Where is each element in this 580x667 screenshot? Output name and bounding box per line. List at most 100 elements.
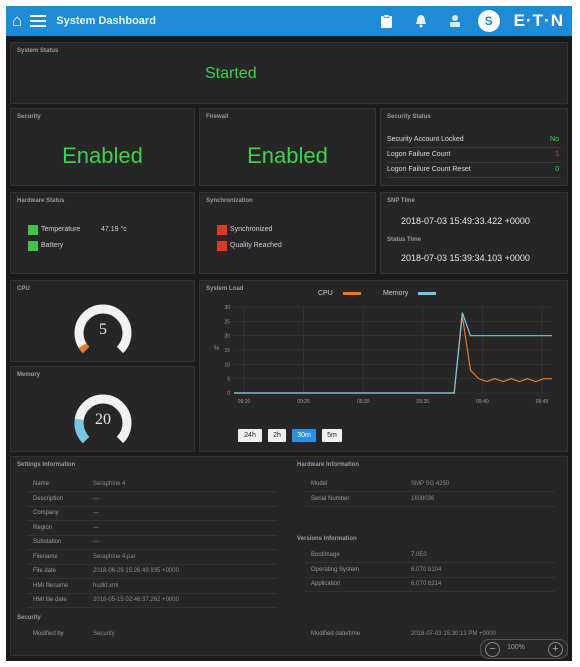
zoom-level: 100% — [507, 644, 525, 651]
zoom-out-icon[interactable]: − — [485, 642, 500, 657]
info-value: 7.0E0 — [411, 552, 427, 558]
row-divider — [27, 578, 277, 579]
row-divider — [305, 591, 555, 592]
timeframe-2h-button[interactable]: 2h — [268, 429, 286, 442]
security-account-locked-row: Security Account Locked No — [387, 133, 561, 148]
modified-by-label: Modified by — [33, 631, 64, 637]
synchronization-title: Synchronization — [206, 198, 253, 204]
series-line-cpu — [234, 315, 552, 394]
row-divider — [27, 607, 277, 608]
legend-memory: Memory — [383, 290, 437, 297]
info-value: Seraphine 4.par — [93, 553, 136, 560]
row-divider — [27, 520, 277, 521]
timeframe-5m-button[interactable]: 5m — [322, 429, 342, 442]
y-tick-label: 25 — [224, 319, 230, 325]
temperature-value: 47.19 °c — [101, 226, 127, 233]
settings-information-title: Settings Information — [17, 462, 76, 468]
info-value: Seraphine 4 — [93, 481, 126, 487]
status-time-value: 2018-07-03 15:39:34.103 +0000 — [401, 253, 530, 263]
info-label: Operating System — [311, 566, 360, 573]
x-tick-label: 09:30 — [357, 399, 370, 405]
timeframe-24h-button[interactable]: 24h — [238, 429, 262, 442]
firewall-value: Enabled — [247, 143, 328, 168]
status-time-title: Status Time — [387, 237, 421, 243]
menu-icon[interactable] — [30, 12, 47, 30]
system-status-panel: System Status Started — [10, 42, 568, 104]
cpu-gauge-fill — [78, 343, 90, 354]
dashboard-frame: ⌂ System Dashboard S E·T·N System Status… — [6, 6, 572, 661]
modified-datetime-value: 2018-07-03 15:30:13 PM +0000 — [411, 631, 496, 637]
info-label: Description — [33, 495, 64, 502]
battery-indicator — [28, 241, 38, 251]
battery-row: Battery — [28, 239, 188, 253]
firewall-title: Firewall — [206, 114, 229, 120]
row-divider — [27, 505, 277, 507]
temperature-row: Temperature 47.19 °c — [28, 223, 188, 237]
y-tick-label: 20 — [224, 334, 230, 340]
system-status-value: Started — [205, 65, 257, 82]
info-value: --- — [93, 539, 99, 545]
top-bar: ⌂ System Dashboard S E·T·N — [6, 6, 572, 36]
row-divider — [27, 592, 277, 594]
cpu-gauge-value: 5 — [99, 321, 107, 338]
info-label: Name — [33, 481, 50, 487]
security-panel: Security Enabled — [10, 108, 195, 186]
row-divider — [305, 576, 555, 578]
y-tick-label: 15 — [224, 348, 230, 354]
system-load-panel: System Load CPU Memory 30 25 20 15 10 5 0% 09:2… — [199, 280, 568, 452]
info-label: Model — [311, 481, 328, 487]
legend-cpu-swatch — [342, 291, 361, 295]
info-label: Serial Number — [311, 495, 350, 502]
synchronized-indicator — [217, 225, 227, 235]
alarm-bell-icon[interactable] — [410, 10, 432, 32]
x-tick-label: 09:25 — [297, 399, 310, 405]
zoom-in-icon[interactable]: + — [548, 642, 563, 657]
legend-cpu: CPU — [318, 290, 361, 297]
snmp-time-value: 2018-07-03 15:49:33.422 +0000 — [401, 216, 530, 226]
versions-information-title: Versions Information — [297, 536, 357, 542]
hardware-status-panel: Hardware Status Temperature 47.19 °c Bat… — [10, 192, 195, 274]
quality-reached-indicator — [217, 241, 227, 251]
clipboard-icon[interactable] — [376, 10, 398, 32]
info-value: --- — [93, 510, 99, 516]
security-status-title: Security Status — [387, 114, 431, 120]
logon-failure-reset-row: Logon Failure Count Reset 0 — [387, 163, 561, 178]
eaton-logo: E·T·N — [513, 11, 564, 30]
y-axis-label: % — [214, 346, 220, 352]
modified-datetime-label: Modified date/time — [311, 631, 361, 637]
information-panel: Settings Information Hardware Informatio… — [10, 456, 568, 656]
cpu-panel: CPU 5 — [10, 280, 195, 362]
firewall-panel: Firewall Enabled — [199, 108, 376, 186]
info-label: HMI filename — [33, 582, 69, 589]
row-divider — [27, 563, 277, 565]
temperature-indicator — [28, 225, 38, 235]
synchronized-row: Synchronized — [217, 223, 369, 237]
timeframe-30m-button[interactable]: 30m — [292, 429, 316, 442]
snmp-time-title: SNP Time — [387, 198, 415, 204]
y-tick-label: 5 — [227, 377, 230, 383]
info-value: 6.0T0 b214 — [411, 581, 442, 587]
info-label: Region — [33, 524, 53, 531]
row-divider — [27, 491, 277, 492]
user-avatar[interactable]: S — [477, 10, 500, 32]
logon-failure-count-row: Logon Failure Count 1 — [387, 148, 561, 163]
info-label: Company — [33, 510, 59, 516]
row-divider — [27, 534, 277, 536]
y-tick-label: 0 — [227, 391, 230, 397]
info-value: 2018-05-15 02:46:37.262 +0000 — [93, 597, 179, 603]
home-icon[interactable]: ⌂ — [12, 6, 22, 36]
security-footer-title: Security — [17, 615, 41, 621]
y-tick-label: 10 — [224, 362, 230, 368]
row-divider — [305, 562, 555, 563]
info-label: Filename — [33, 553, 58, 560]
info-value: 6.0T0 b104 — [411, 566, 442, 573]
info-value: 1608036 — [411, 495, 435, 502]
cpu-title: CPU — [17, 286, 30, 292]
system-load-title: System Load — [206, 286, 244, 292]
synchronization-panel: Synchronization Synchronized Quality Rea… — [199, 192, 376, 274]
x-tick-label: 09:35 — [417, 399, 430, 405]
zoom-control: − 100% + — [480, 639, 568, 659]
legend-memory-swatch — [418, 291, 437, 295]
user-lock-icon[interactable] — [444, 10, 466, 32]
security-value: Enabled — [62, 143, 143, 168]
